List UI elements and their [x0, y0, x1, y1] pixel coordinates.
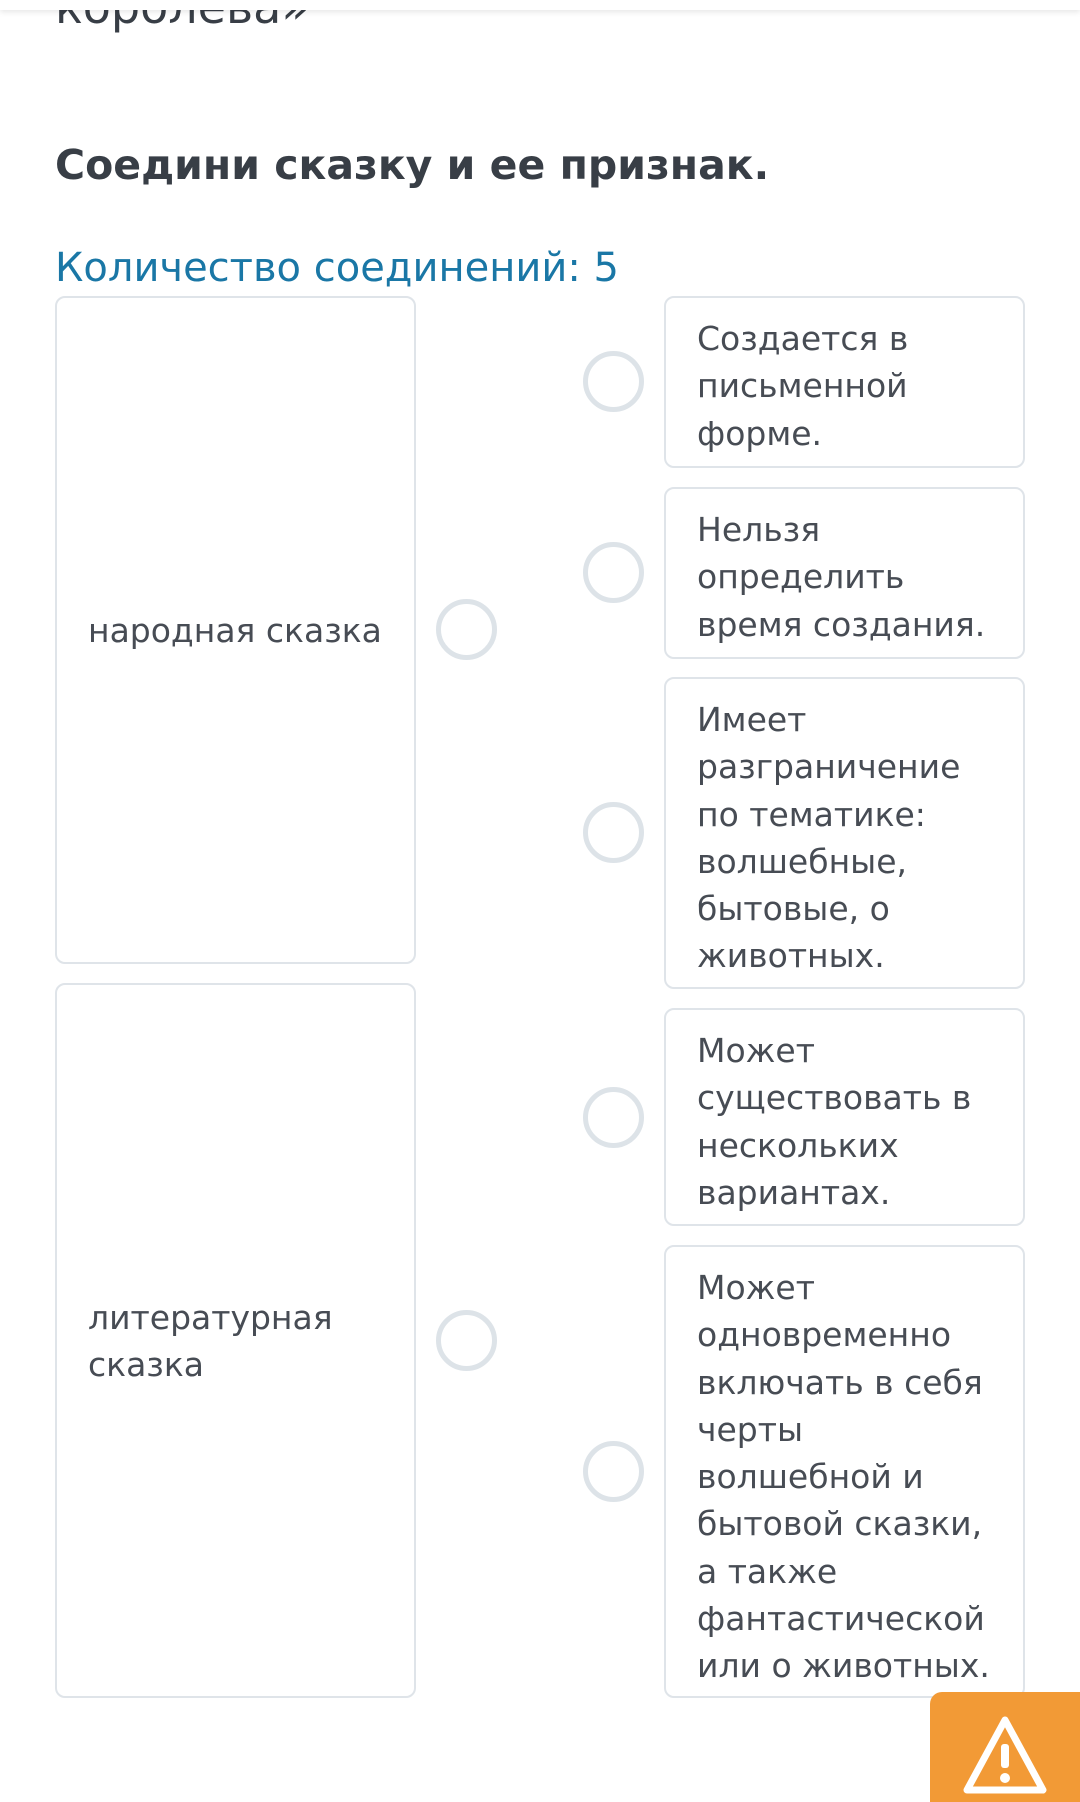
- right-item-2-connector[interactable]: [583, 542, 644, 603]
- question-text: Соедини сказку и ее признак.: [55, 141, 770, 189]
- left-item-literary-tale: литературная сказка: [55, 983, 416, 1698]
- left-item-label: литературная сказка: [88, 1297, 333, 1384]
- warning-triangle-icon: [963, 1716, 1047, 1794]
- right-item-4: Может существовать в нескольких варианта…: [664, 1008, 1025, 1226]
- right-item-label: Имеет разграничение по тематике: волшебн…: [697, 700, 961, 976]
- right-item-label: Может одновременно включать в себя черты…: [697, 1268, 990, 1686]
- right-item-5-connector[interactable]: [583, 1441, 644, 1502]
- left-item-folk-tale-connector[interactable]: [436, 599, 497, 660]
- right-item-3-connector[interactable]: [583, 802, 644, 863]
- left-item-literary-tale-connector[interactable]: [436, 1310, 497, 1371]
- right-item-5: Может одновременно включать в себя черты…: [664, 1245, 1025, 1698]
- right-item-label: Нельзя определить время создания.: [697, 510, 986, 644]
- left-item-label: народная сказка: [88, 610, 382, 650]
- left-item-folk-tale: народная сказка: [55, 296, 416, 964]
- right-item-3: Имеет разграничение по тематике: волшебн…: [664, 677, 1025, 989]
- report-problem-button[interactable]: [930, 1692, 1080, 1802]
- right-item-2: Нельзя определить время создания.: [664, 487, 1025, 659]
- right-item-1-connector[interactable]: [583, 351, 644, 412]
- right-item-label: Создается в письменной форме.: [697, 319, 909, 453]
- connections-count: Количество соединений: 5: [55, 245, 620, 291]
- right-item-1: Создается в письменной форме.: [664, 296, 1025, 468]
- top-app-bar: [0, 0, 1080, 10]
- right-item-4-connector[interactable]: [583, 1087, 644, 1148]
- right-item-label: Может существовать в нескольких варианта…: [697, 1031, 972, 1212]
